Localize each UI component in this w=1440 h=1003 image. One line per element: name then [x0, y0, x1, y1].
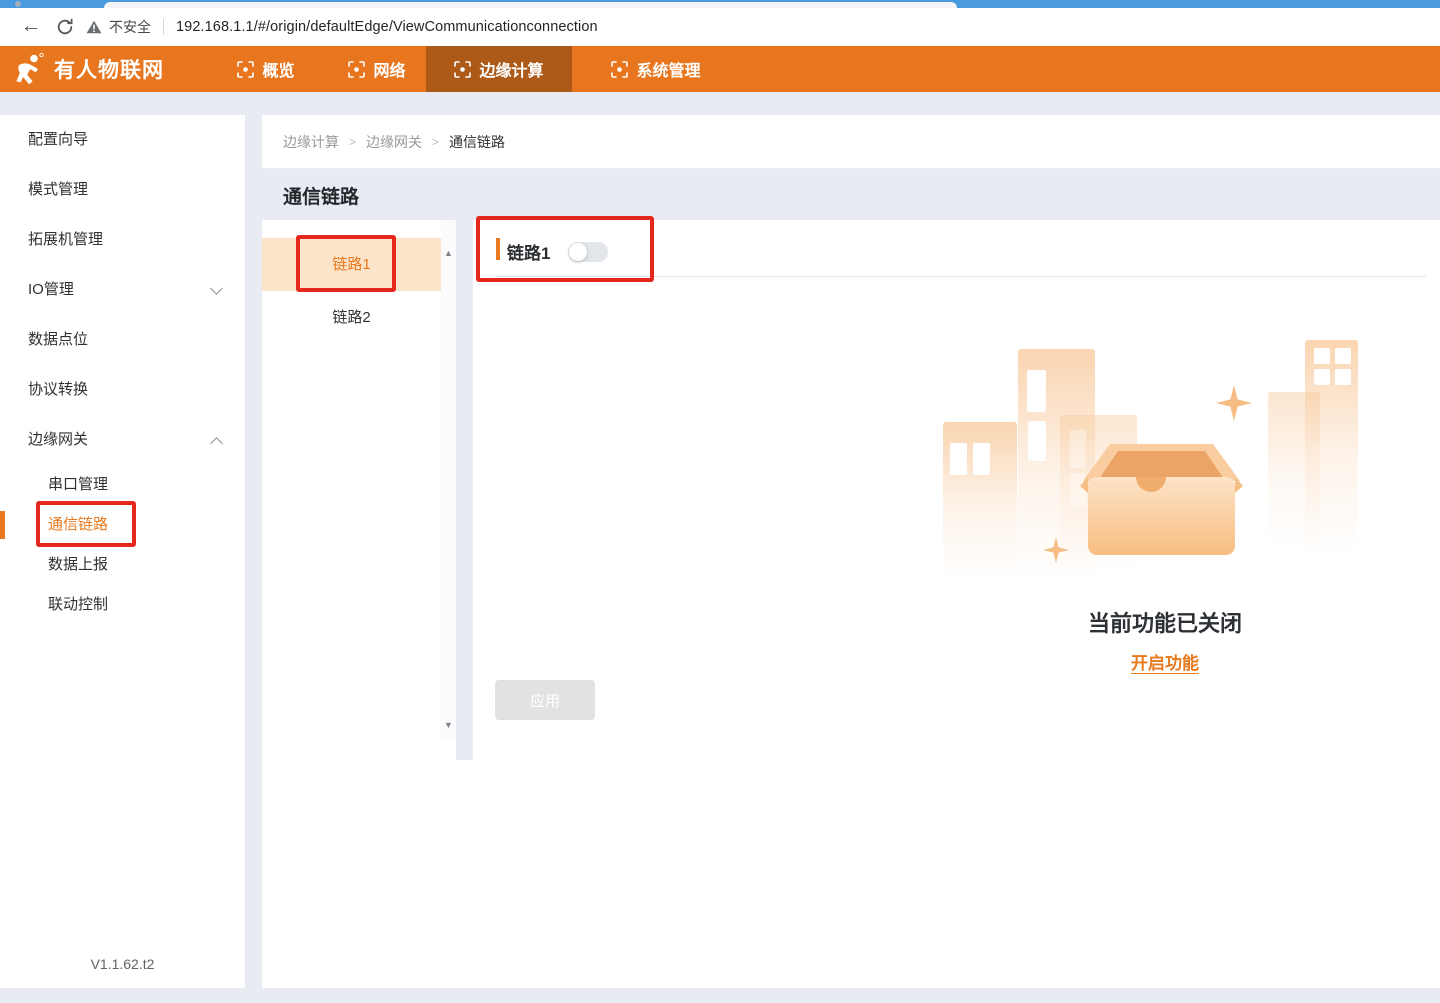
building-illustration [943, 422, 1017, 578]
scan-icon [237, 60, 255, 78]
list-item-link2[interactable]: 链路2 [262, 291, 441, 344]
scan-icon [454, 60, 472, 78]
sidebar-item-io-management[interactable]: IO管理 [0, 265, 245, 315]
apply-button[interactable]: 应用 [495, 680, 595, 720]
empty-state-illustration [940, 335, 1390, 597]
security-badge[interactable]: 不安全 [109, 17, 151, 37]
scan-icon [611, 60, 629, 78]
chevron-up-icon [210, 437, 223, 450]
address-bar[interactable]: 不安全 192.168.1.1/#/origin/defaultEdge/Vie… [86, 14, 598, 40]
refresh-icon[interactable] [56, 18, 74, 36]
toggle-knob [569, 243, 587, 261]
nav-tab-network[interactable]: 网络 [334, 46, 420, 92]
section-divider [495, 276, 1426, 277]
scroll-up-icon[interactable]: ▲ [441, 248, 456, 258]
list-item-link1[interactable]: 链路1 [262, 238, 441, 291]
screen: ← 不安全 192.168.1.1/#/origin/defaultEdge/V… [0, 0, 1440, 1003]
nav-tab-label: 系统管理 [636, 63, 701, 80]
sidebar-item-config-wizard[interactable]: 配置向导 [0, 115, 245, 165]
sidebar-item-edge-gateway[interactable]: 边缘网关 [0, 415, 245, 465]
nav-tab-overview[interactable]: 概览 [222, 46, 310, 92]
nav-tab-label: 边缘计算 [479, 63, 544, 80]
empty-box-icon [1080, 444, 1243, 555]
scan-icon [348, 60, 366, 78]
nav-tab-edge-computing[interactable]: 边缘计算 [426, 46, 572, 92]
brand-logo[interactable]: 有人物联网 [14, 46, 164, 92]
brand-name: 有人物联网 [54, 59, 164, 82]
page-title: 通信链路 [283, 187, 360, 208]
sidebar-item-data-report[interactable]: 数据上报 [0, 545, 245, 585]
sidebar-item-protocol-conversion[interactable]: 协议转换 [0, 365, 245, 415]
list-scrollbar[interactable]: ▲ ▼ [441, 220, 456, 740]
sidebar-item-mode-management[interactable]: 模式管理 [0, 165, 245, 215]
breadcrumb-item-edge-computing[interactable]: 边缘计算 [283, 132, 339, 152]
section-title: 链路1 [507, 244, 551, 263]
runner-logo-icon [16, 52, 44, 85]
address-separator [163, 19, 164, 35]
back-icon[interactable]: ← [18, 13, 44, 39]
breadcrumb: 边缘计算 > 边缘网关 > 通信链路 [262, 115, 1440, 169]
link1-toggle[interactable] [568, 242, 608, 262]
sidebar-item-extension-management[interactable]: 拓展机管理 [0, 215, 245, 265]
feature-disabled-message: 当前功能已关闭 [1087, 611, 1242, 636]
breadcrumb-item-edge-gateway[interactable]: 边缘网关 [366, 132, 422, 152]
breadcrumb-separator: > [349, 134, 357, 149]
nav-tab-label: 网络 [373, 63, 406, 80]
app-header: 有人物联网 概览 网络 边缘计算 系统管理 [0, 46, 1440, 92]
sidebar-item-linkage-control[interactable]: 联动控制 [0, 585, 245, 625]
breadcrumb-item-communication-link: 通信链路 [449, 133, 506, 150]
link1-panel: 链路1 当前功能已关闭 开启功能 应用 [473, 220, 1440, 988]
breadcrumb-separator: > [432, 134, 440, 149]
nav-tab-label: 概览 [262, 63, 295, 80]
link-list: 链路1 链路2 [262, 220, 441, 344]
building-illustration [1305, 340, 1358, 553]
sidebar-item-serial-management[interactable]: 串口管理 [0, 465, 245, 505]
active-item-indicator [0, 511, 5, 539]
warning-icon [86, 20, 102, 34]
content-card: 链路1 链路2 ▲ ▼ 链路1 当前功能已关闭 开启功能 应用 [262, 220, 1440, 988]
sidebar-item-label: 通信链路 [48, 516, 109, 533]
browser-tab-strip [0, 0, 1440, 8]
sidebar-item-label: 边缘网关 [28, 431, 89, 448]
panel-divider-column [456, 220, 473, 760]
sidebar-item-communication-link[interactable]: 通信链路 [0, 505, 245, 545]
sidebar-item-label: IO管理 [28, 281, 74, 298]
sidebar: 配置向导 模式管理 拓展机管理 IO管理 数据点位 协议转换 边缘网关 串口管理… [0, 115, 245, 988]
chevron-down-icon [210, 282, 223, 295]
enable-feature-link[interactable]: 开启功能 [940, 649, 1390, 674]
sparkle-icon [1216, 385, 1252, 421]
scroll-down-icon[interactable]: ▼ [441, 720, 456, 730]
tab-favicon-dot [15, 1, 21, 7]
section-accent-bar [496, 238, 500, 260]
url-text[interactable]: 192.168.1.1/#/origin/defaultEdge/ViewCom… [176, 19, 598, 35]
nav-tab-system-management[interactable]: 系统管理 [586, 46, 726, 92]
browser-toolbar: ← 不安全 192.168.1.1/#/origin/defaultEdge/V… [0, 8, 1440, 46]
firmware-version: V1.1.62.t2 [90, 956, 155, 972]
sidebar-item-data-points[interactable]: 数据点位 [0, 315, 245, 365]
